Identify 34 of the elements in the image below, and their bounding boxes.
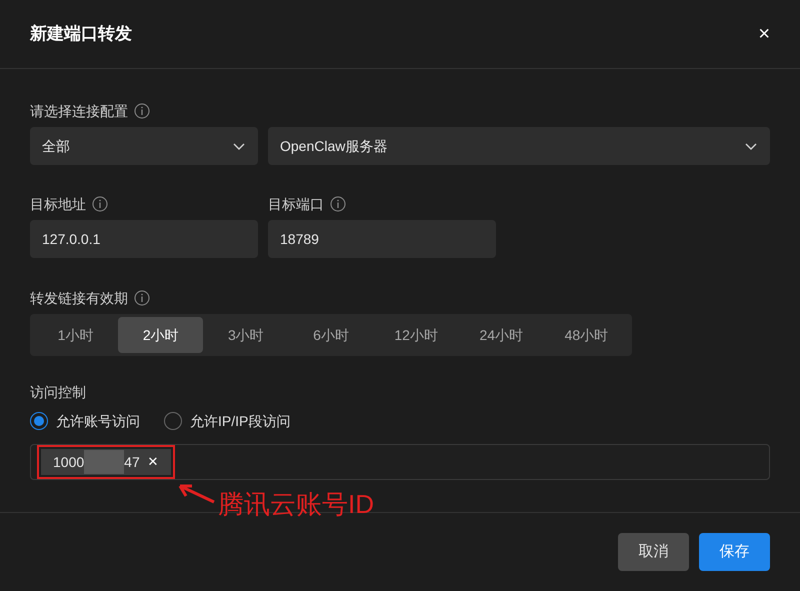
field-label: 访问控制 [30,382,86,402]
radio-button[interactable] [164,412,182,430]
radio-button[interactable] [30,412,48,430]
duration-option[interactable]: 48小时 [544,317,629,353]
info-icon [92,196,108,212]
field-label: 转发链接有效期 [30,288,128,308]
duration-option[interactable]: 24小时 [458,317,544,353]
redaction-block [84,450,124,474]
field-label: 请选择连接配置 [30,102,128,120]
field-label: 目标端口 [268,194,324,214]
duration-option[interactable]: 2小时 [118,317,204,353]
select-field[interactable]: 全部 [30,127,258,165]
duration-option[interactable]: 1小时 [33,317,118,353]
info-icon [134,290,150,306]
close-button[interactable]: × [758,24,770,44]
annotation-text: 腾讯云账号ID [218,488,374,520]
field-label: 目标地址 [30,194,86,214]
tag-input-field[interactable]: 1000 47 ✕ [30,444,770,480]
cancel-button[interactable]: 取消 [618,533,689,571]
radio-label: 允许IP/IP段访问 [190,412,290,430]
select-field[interactable]: OpenClaw服务器 [268,127,770,165]
duration-option[interactable]: 6小时 [288,317,374,353]
text-input[interactable]: 18789 [268,220,496,258]
remove-tag-button[interactable]: ✕ [148,452,159,472]
save-button[interactable]: 保存 [699,533,770,571]
duration-option[interactable]: 3小时 [203,317,288,353]
tag-text: 47 [124,452,140,472]
tag-text: 1000 [53,452,84,472]
duration-option[interactable]: 12小时 [374,317,459,353]
info-icon [330,196,346,212]
radio-label: 允许账号访问 [56,412,140,430]
dialog-title: 新建端口转发 [30,23,132,46]
text-input[interactable]: 127.0.0.1 [30,220,258,258]
info-icon [134,103,150,119]
